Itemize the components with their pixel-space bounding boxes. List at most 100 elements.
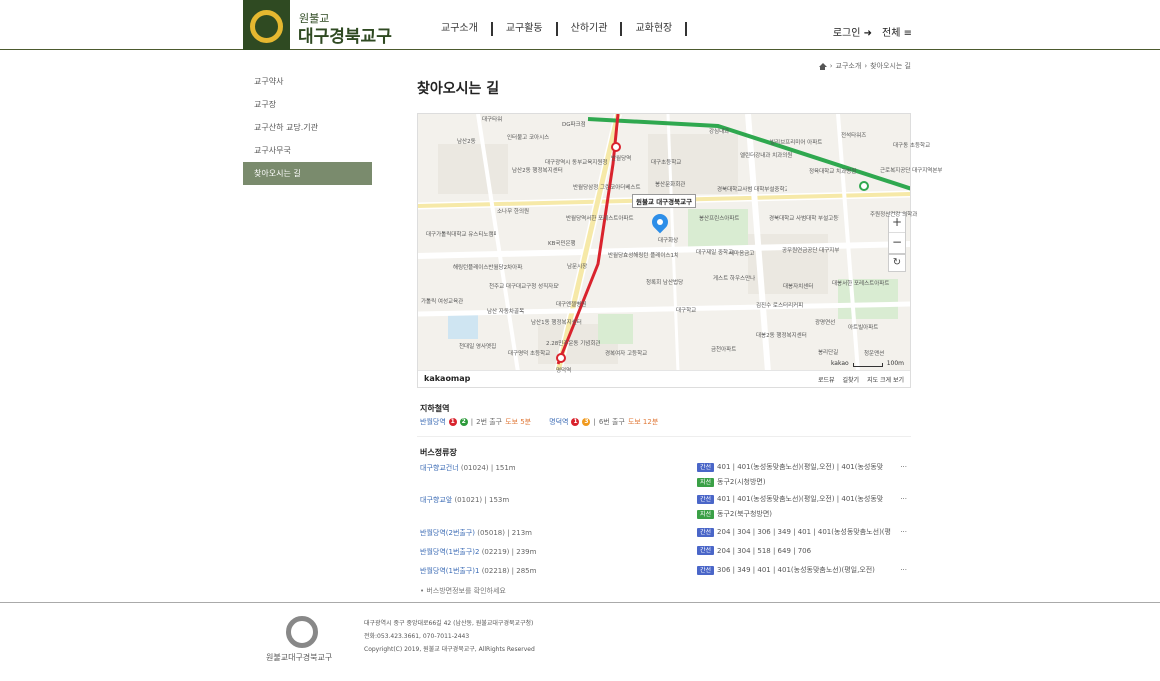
map-place-label: 원불교 대구경북교구 [632,194,697,208]
map-poi-label: 가톨릭 여성교육관 [421,299,464,305]
sidebar-item-head[interactable]: 교구장 [243,93,372,116]
map-poi-label: 대구가톨릭대학교 유스티노캠퍼스 [426,232,496,238]
nav-affiliates[interactable]: 산하기관 [558,22,623,36]
kakaomap-logo[interactable]: kakaomap [424,374,470,383]
nav-about[interactable]: 교구소개 [428,22,493,36]
bus-line-text: 204 | 304 | 518 | 649 | 706 [717,546,812,555]
bus-stop-name[interactable]: 대구향교앞 [420,496,452,504]
line-badge-1: 1 [571,418,580,426]
site-footer: 원불교대구경북교구 대구광역시 중구 중앙대로66길 42 (남산동, 원불교대… [0,602,1160,681]
subway-walk: 도보 12분 [627,418,659,426]
subway-station-myeongdeok[interactable]: 명덕역 [549,417,568,427]
footer-phone: 전화:053.423.3661, 070-7011-2443 [364,633,470,640]
roadview-link[interactable]: 로드뷰 [818,375,835,384]
bus-stop-distance: 213m [511,529,532,537]
map-poi-label: 대구광역시 동부교육지원청 [545,160,608,166]
bus-stop: 대구향교앞 (01021) | 153m [420,495,509,505]
separator: | [511,567,515,575]
bus-line-text: 401 | 401(농성동맞춤노선)(평일,오전) | 401(농성동맞 [717,463,884,471]
map-poi-label: 게스트 하우스만나 [713,276,756,282]
brand-title[interactable]: 대구경북교구 [298,22,392,47]
map-poi-label: 대구학교 [676,308,697,314]
separator: | [484,496,487,504]
bus-stop-distance: 239m [516,548,537,556]
bus-lines: 간선 401 | 401(농성동맞춤노선)(평일,오전) | 401(농성동맞 ··… [697,494,907,524]
map-poi-label: 반월당역서한 포레스트아파트 [566,216,634,222]
map-footer: kakaomap 로드뷰 길찾기 지도 크게 보기 [418,370,910,387]
bus-stop: 대구향교건너 (01024) | 151m [420,463,516,473]
bus-tag: 간선 [697,546,715,555]
sidebar-item-office[interactable]: 교구사무국 [243,139,372,162]
more-button[interactable]: ··· [900,528,907,536]
scale-brand: kakao [830,360,849,367]
separator: | [511,548,515,556]
map-poi-label: 정육대학교 치과병원 [809,169,857,175]
map-poi-label: KB국민은행 [548,241,576,247]
separator: | [490,464,494,472]
subway-title: 지하철역 [420,404,450,413]
nav-field[interactable]: 교화현장 [622,22,688,36]
more-button[interactable]: ··· [900,495,907,503]
bus-line-text: 동구2(북구청방면) [717,510,773,518]
bus-stop-name[interactable]: 반월당역(1번출구)1 [420,567,479,575]
bus-stop-name[interactable]: 반월당역(2번출구) [420,529,475,537]
bus-tag: 간선 [697,565,715,575]
map-poi-label: 반월당삼정 그린코아더베스트 [573,185,641,191]
bus-lines: 간선 401 | 401(농성동맞춤노선)(평일,오전) | 401(농성동맞 ··… [697,462,907,492]
map-poi-label: 대구동 초등학교 [893,143,931,149]
separator: | [507,529,510,537]
subway-list: 반월당역 1 2 | 2번 출구 도보 5분 명덕역 1 3 | 6번 출구 도… [420,417,658,427]
util-menu: 로그인 ➜ 전체 ≡ [833,24,912,39]
map-poi-label: 2.28민주운동 기념회관 [546,341,601,347]
map-poi-label: DG파크점 [562,122,586,128]
map-poi-label: 경북대학교사범 대학부설중학교 [717,187,787,193]
login-link[interactable]: 로그인 ➜ [833,24,872,39]
more-button[interactable]: ··· [900,566,907,574]
sidebar: 교구약사 교구장 교구산하 교당.기관 교구사무국 찾아오시는 길 [243,70,372,185]
map-poi-label: 청운맨션 [864,351,885,357]
map-poi-label: 경북대학교 사범대학 부설고등학교 [769,216,839,222]
sidebar-item-temples[interactable]: 교구산하 교당.기관 [243,116,372,139]
won-circle-icon [250,10,283,43]
all-menu-button[interactable]: 전체 ≡ [882,24,912,39]
map-poi-label: 반월당역 [611,156,632,162]
subway-exit: 2번 출구 [476,418,503,426]
bus-stop-distance: 153m [489,496,510,504]
map-poi-label: 남산2동 [457,139,476,145]
map-poi-label: 봉산문화회관 [655,182,686,188]
sidebar-item-history[interactable]: 교구약사 [243,70,372,93]
bus-stop-name[interactable]: 반월당역(1번출구)2 [420,548,479,556]
more-button[interactable]: ··· [900,463,907,471]
enlarge-map-link[interactable]: 지도 크게 보기 [867,375,904,384]
map-poi-label: 남문시장 [567,264,588,270]
line-badge-3: 3 [582,418,591,426]
map-poi-label: 아트빌아파트 [848,325,879,331]
map-poi-label: 해링턴플레이스반월당2차아파트 (2024년08월예정) [453,265,523,271]
bus-stop-name[interactable]: 대구향교건너 [420,464,459,472]
map-poi-label: 남산2동 행정복지센터 [512,168,563,174]
map-refresh-button[interactable]: ↻ [888,254,906,272]
map-poi-label: 대구타워 [482,117,503,123]
map-poi-label: 대봉2동 행정복지센터 [756,333,807,339]
map-poi-label: 엘린더강내과 치과의원 [740,153,793,159]
zoom-out-button[interactable]: − [889,233,905,253]
bus-note: • 버스방면정보를 확인하세요 [420,587,506,595]
map-poi-label: 금천아파트 [711,347,737,353]
bus-stop: 반월당역(1번출구)1 (02218) | 285m [420,566,536,576]
nav-activities[interactable]: 교구활동 [493,22,558,36]
bus-lines: 간선 306 | 349 | 401 | 401(농성동맞춤노선)(평일,오전) ·… [697,565,907,580]
subway-station-banwoldang[interactable]: 반월당역 [420,417,446,427]
bus-stop: 반월당역(2번출구) (05018) | 213m [420,528,532,538]
map-poi-label: 봉리단길 [818,350,839,356]
sidebar-item-directions[interactable]: 찾아오시는 길 [243,162,372,185]
map-poi-label: 새마음금고 [729,251,755,257]
site-logo[interactable] [243,0,290,50]
footer-logo-icon [286,616,318,648]
map-poi-label: 대봉서한 포레스트아파트 [832,281,890,287]
breadcrumb-item[interactable]: 교구소개 [836,61,862,71]
bus-line-text: 306 | 349 | 401 | 401(농성동맞춤노선)(평일,오전) [717,566,875,574]
scale-value: 100m [886,360,904,367]
home-icon[interactable] [818,62,827,70]
directions-link[interactable]: 길찾기 [843,375,860,384]
separator: | [470,418,474,426]
